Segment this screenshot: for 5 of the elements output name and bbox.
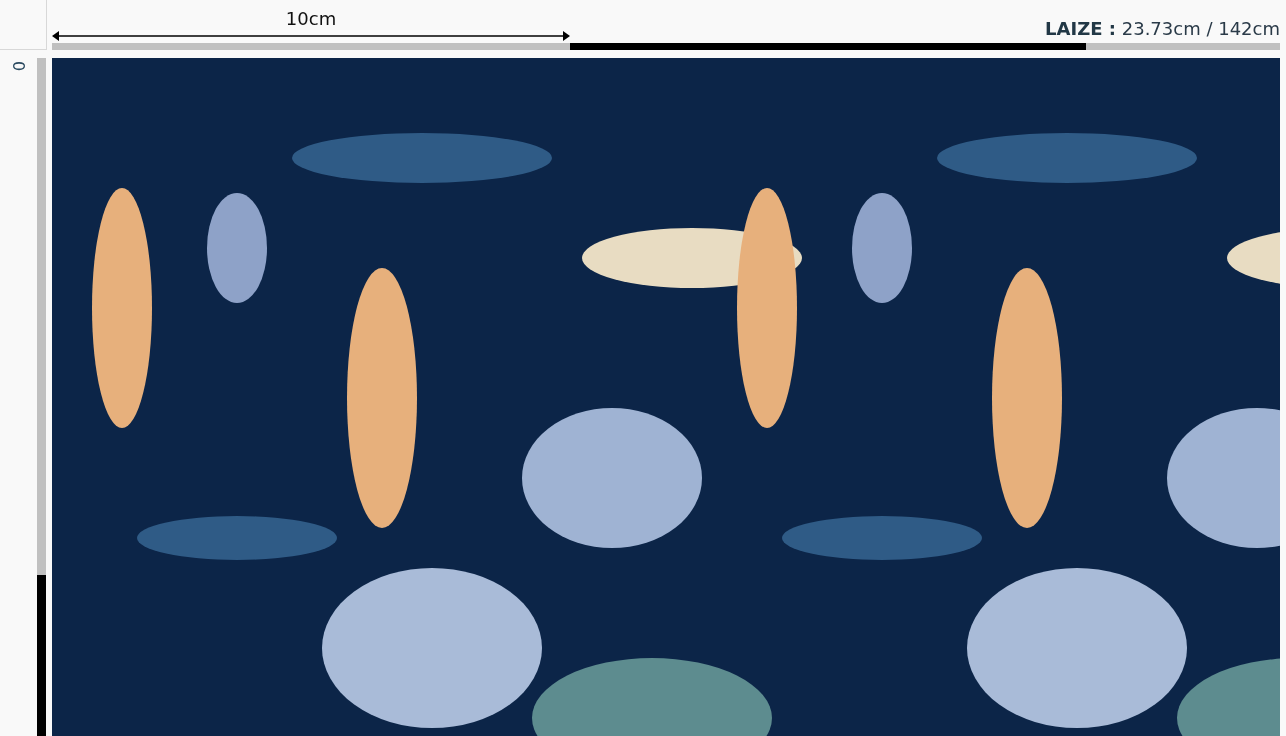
origin-label: 0 <box>10 60 27 72</box>
ruler-corner <box>0 0 47 50</box>
dimension-arrow-icon <box>52 30 570 42</box>
width-readout: LAIZE : 23.73cm / 142cm <box>1045 18 1280 40</box>
measure-label: 10cm <box>285 8 337 30</box>
